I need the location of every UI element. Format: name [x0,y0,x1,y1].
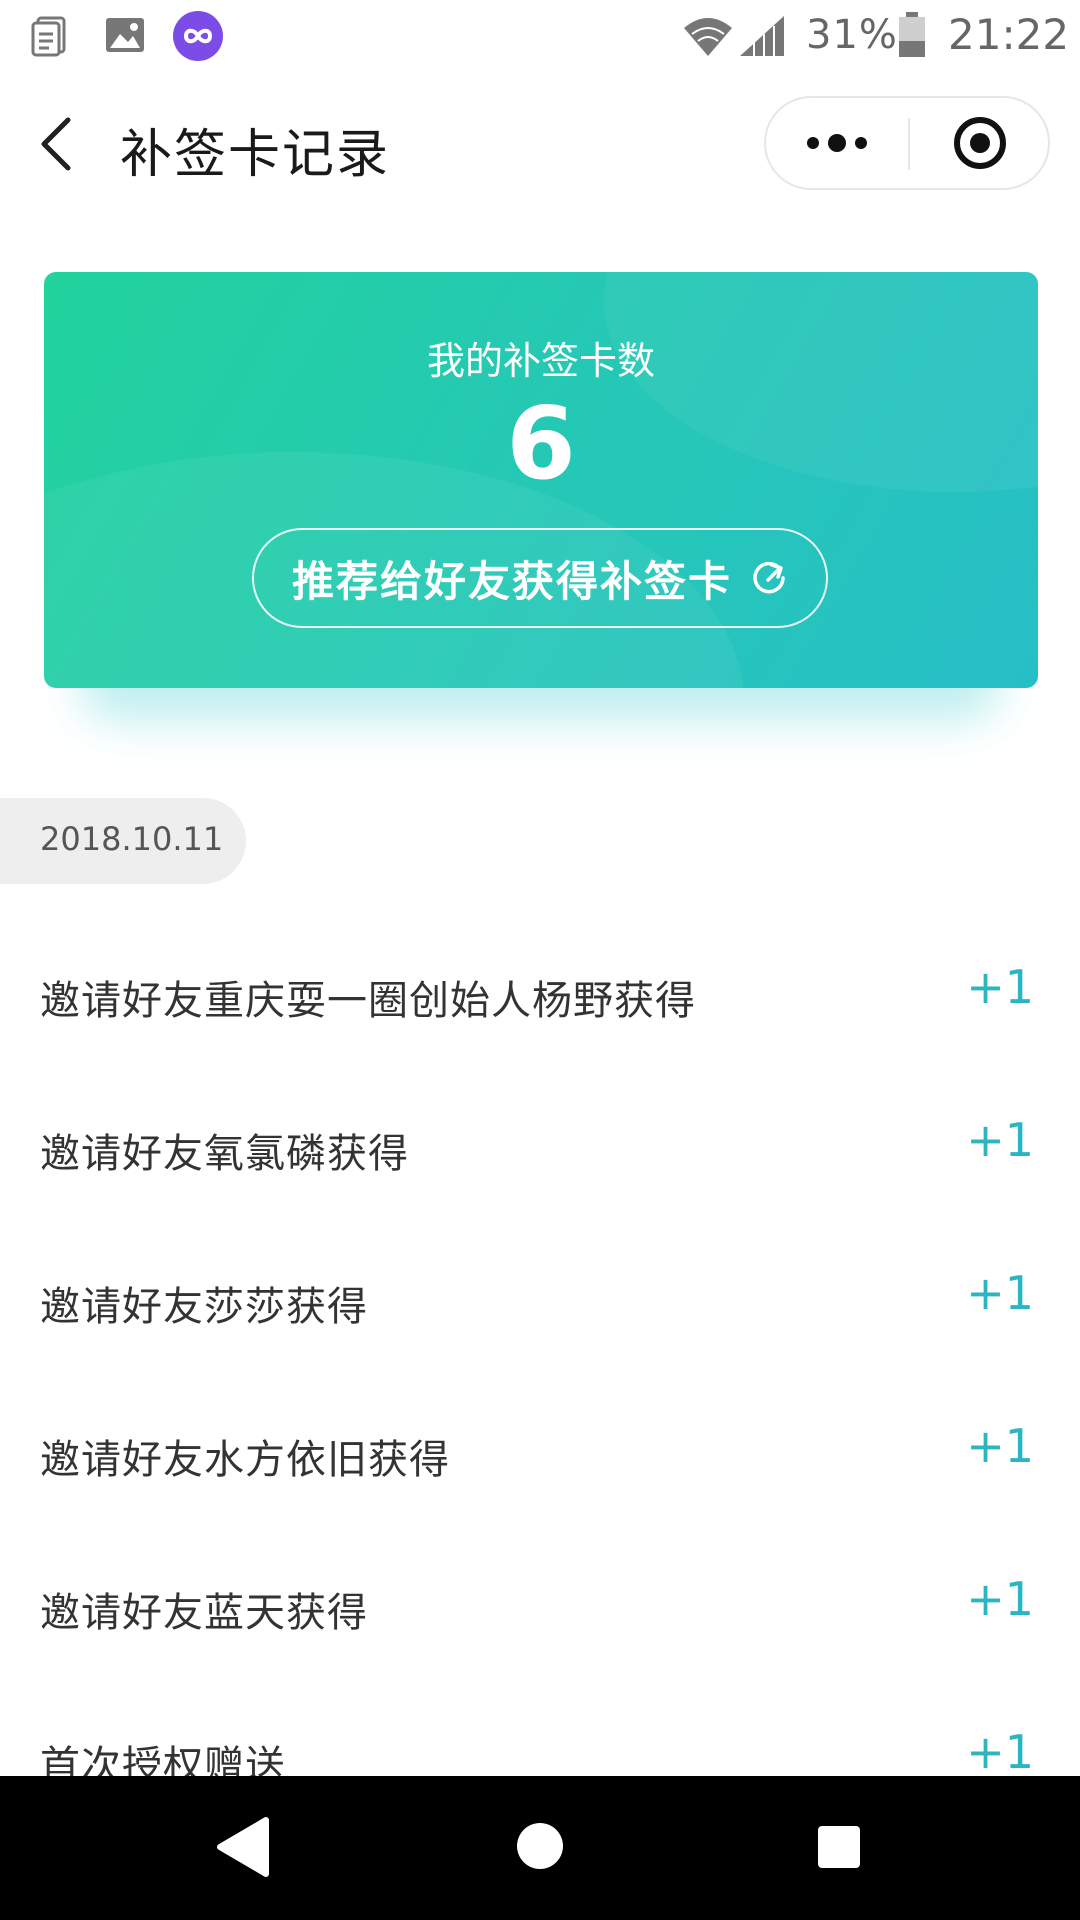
record-description: 邀请好友水方依旧获得 [40,1437,450,1483]
record-description: 邀请好友重庆耍一圈创始人杨野获得 [40,978,696,1024]
close-mini-program-button[interactable] [910,98,1050,188]
system-nav-bar [0,1776,1080,1920]
recommend-friends-button[interactable]: 推荐给好友获得补签卡 [252,528,828,628]
recommend-friends-label: 推荐给好友获得补签卡 [291,556,732,606]
back-button[interactable] [36,114,80,174]
nav-bar: 补签卡记录 [0,82,1080,208]
mini-program-capsule [764,96,1050,190]
more-button[interactable] [766,98,908,188]
record-description: 邀请好友莎莎获得 [40,1284,368,1330]
card-label: 我的补签卡数 [426,339,655,383]
gallery-icon [106,18,144,52]
app-loop-icon [173,11,223,61]
record-row: 邀请好友莎莎获得 +1 [0,1236,1080,1389]
screen: 31% 21:22 补签卡记录 我的补签卡数 6 推荐给好友获得补签卡 2018… [0,0,1080,1920]
record-row: 邀请好友水方依旧获得 +1 [0,1389,1080,1542]
record-row: 邀请好友蓝天获得 +1 [0,1542,1080,1695]
date-tag: 2018.10.11 [0,798,246,884]
system-back-icon[interactable] [214,1816,270,1878]
battery-icon [899,12,925,57]
record-row: 邀请好友氧氯磷获得 +1 [0,1083,1080,1236]
back-icon [41,117,71,171]
system-home-icon[interactable] [516,1822,564,1870]
system-recent-apps-icon[interactable] [816,1824,862,1870]
battery-percentage: 31% [806,12,898,58]
record-row: 邀请好友重庆耍一圈创始人杨野获得 +1 [0,930,1080,1083]
more-icon [807,134,867,152]
record-amount: +1 [966,1266,1034,1320]
page-title: 补签卡记录 [120,125,391,185]
record-description: 邀请好友氧氯磷获得 [40,1131,409,1177]
record-amount: +1 [966,1419,1034,1473]
record-amount: +1 [966,1725,1034,1779]
share-icon [753,561,785,594]
card-count: 6 [506,385,576,502]
record-list: 邀请好友重庆耍一圈创始人杨野获得 +1 邀请好友氧氯磷获得 +1 邀请好友莎莎获… [0,930,1080,1848]
signal-icon [740,16,784,56]
wifi-icon [684,18,732,56]
makeup-card-summary: 我的补签卡数 6 推荐给好友获得补签卡 [44,272,1038,688]
date-tag-text: 2018.10.11 [40,820,224,858]
record-amount: +1 [966,1572,1034,1626]
status-bar: 31% 21:22 [0,0,1080,72]
record-amount: +1 [966,1113,1034,1167]
clock: 21:22 [948,10,1070,59]
record-description: 邀请好友蓝天获得 [40,1590,368,1636]
document-icon [31,16,66,57]
close-mini-program-icon [954,117,1006,169]
record-amount: +1 [966,960,1034,1014]
